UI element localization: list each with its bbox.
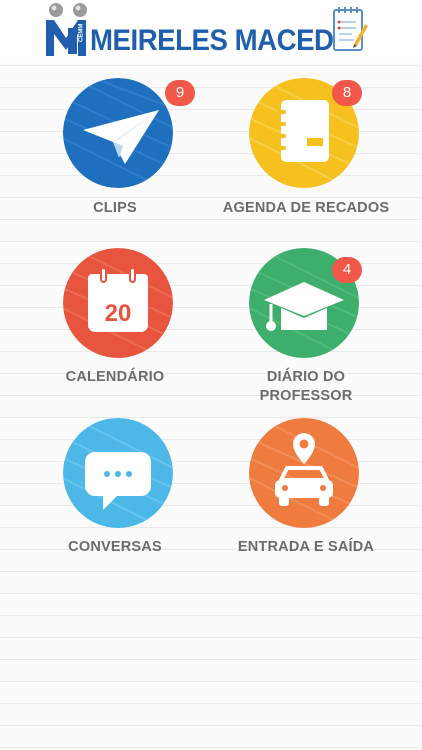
entrada-label: ENTRADA E SAÍDA (237, 539, 375, 555)
logo-monogram-icon: CEMM (46, 3, 87, 56)
tile-conversas[interactable]: CONVERSAS (20, 418, 210, 568)
diario-badge: 4 (332, 257, 362, 283)
chat-bubble-icon (85, 452, 151, 510)
notepad-logo-icon (333, 7, 368, 51)
diario-label: DIÁRIO DO PROFESSOR (206, 368, 406, 406)
conversas-circle[interactable] (63, 418, 173, 528)
diario-label-line2: PROFESSOR (259, 388, 353, 404)
clips-label: CLIPS (93, 200, 137, 216)
clips-circle[interactable] (63, 78, 173, 188)
car-location-icon (275, 433, 333, 506)
tile-clips[interactable]: 9 CLIPS (20, 78, 210, 228)
app-header: CEMM MEIRELES MACEDO (0, 0, 422, 62)
entrada-circle[interactable] (249, 418, 359, 528)
agenda-badge: 8 (332, 80, 362, 106)
calendar-day-number: 20 (105, 300, 132, 327)
calendario-label: CALENDÁRIO (65, 369, 165, 385)
paper-plane-icon (83, 110, 159, 164)
calendar-icon: 20 (88, 267, 148, 332)
tile-calendario[interactable]: 20 CALENDÁRIO (20, 248, 210, 398)
diario-label-line1: DIÁRIO DO (266, 369, 346, 385)
agenda-label: AGENDA DE RECADOS (222, 200, 390, 216)
conversas-label: CONVERSAS (68, 539, 162, 555)
logo-sub-text: CEMM (79, 24, 85, 42)
tile-entrada-e-saida[interactable]: ENTRADA E SAÍDA (211, 418, 401, 568)
app-title: MEIRELES MACEDO (90, 24, 355, 57)
calendario-circle[interactable]: 20 (63, 248, 173, 358)
tile-agenda-de-recados[interactable]: 8 AGENDA DE RECADOS (211, 78, 401, 228)
tile-diario-do-professor[interactable]: 4 DIÁRIO DO PROFESSOR (211, 248, 401, 408)
school-logo: CEMM MEIRELES MACEDO (44, 2, 384, 62)
clips-badge: 9 (165, 80, 195, 106)
